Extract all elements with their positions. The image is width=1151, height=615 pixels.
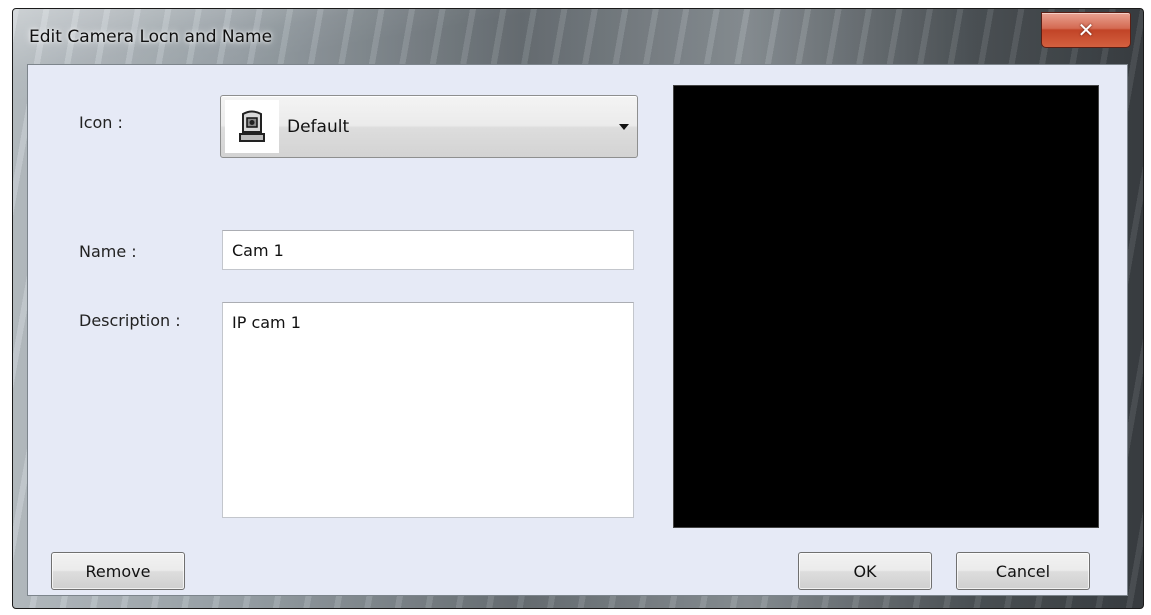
- icon-label: Icon :: [79, 113, 123, 132]
- name-label: Name :: [79, 242, 137, 261]
- dialog-content: Icon : Default Name : Description : IP c…: [27, 64, 1128, 596]
- remove-button[interactable]: Remove: [51, 552, 185, 590]
- ok-button[interactable]: OK: [798, 552, 932, 590]
- description-field[interactable]: IP cam 1: [222, 302, 634, 518]
- dialog-window: Edit Camera Locn and Name ✕ Icon : Defau…: [12, 8, 1144, 609]
- description-label: Description :: [79, 311, 181, 330]
- name-field[interactable]: [222, 230, 634, 270]
- close-icon: ✕: [1077, 18, 1095, 42]
- dialog-title: Edit Camera Locn and Name: [29, 27, 273, 47]
- close-button[interactable]: ✕: [1041, 12, 1131, 48]
- camera-icon: [225, 100, 279, 153]
- cancel-button[interactable]: Cancel: [956, 552, 1090, 590]
- title-bar[interactable]: Edit Camera Locn and Name ✕: [13, 9, 1143, 64]
- dropdown-arrow-icon[interactable]: [619, 124, 629, 130]
- icon-select-value: Default: [287, 117, 350, 137]
- camera-preview: [673, 85, 1099, 528]
- icon-dropdown[interactable]: Default: [220, 95, 638, 158]
